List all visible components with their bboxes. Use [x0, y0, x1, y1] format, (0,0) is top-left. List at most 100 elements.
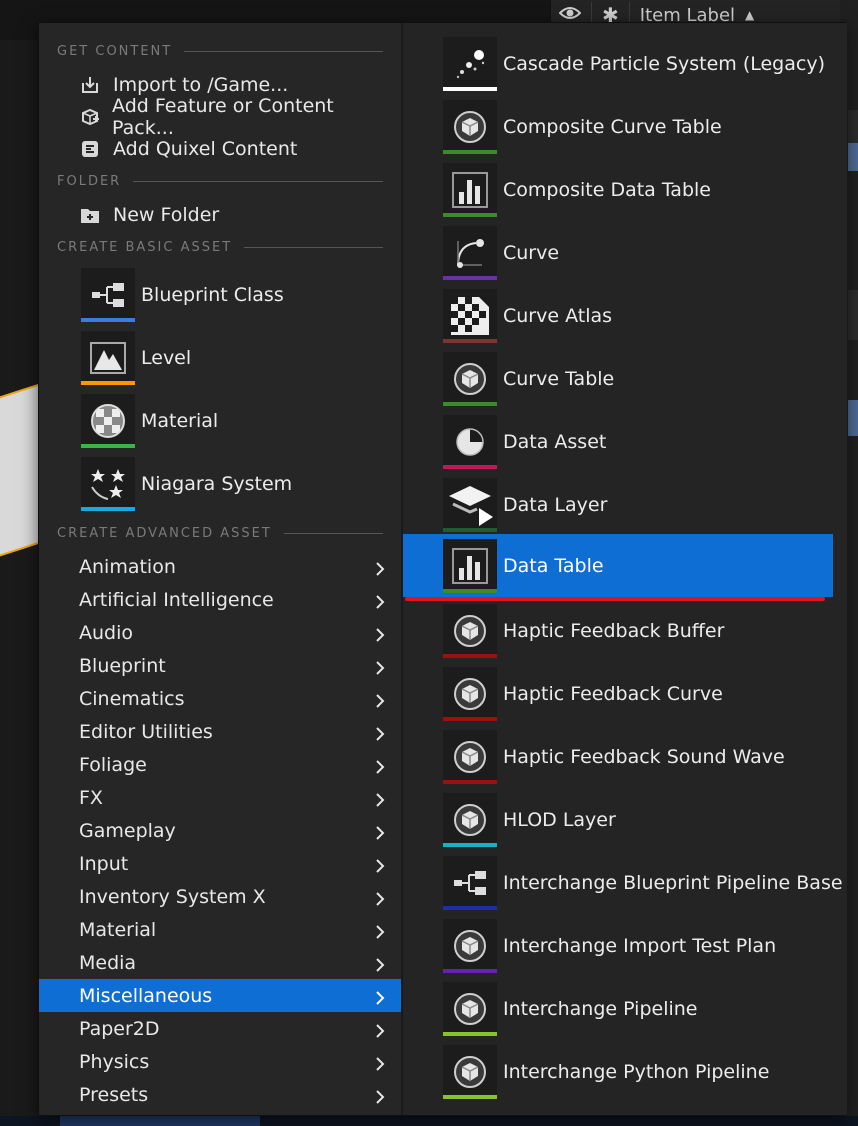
asset-interchange-pipeline[interactable]: Interchange Pipeline: [403, 977, 833, 1040]
add-feature-pack-menu-item[interactable]: Add Feature or Content Pack...: [79, 95, 389, 139]
category-editor-utilities[interactable]: Editor Utilities: [39, 715, 401, 748]
cube-icon: [443, 729, 497, 784]
asset-interchange-import-test-plan[interactable]: Interchange Import Test Plan: [403, 914, 833, 977]
cube-icon: [443, 99, 497, 154]
asset-haptic-feedback-curve[interactable]: Haptic Feedback Curve: [403, 662, 833, 725]
add-quixel-menu-item[interactable]: Add Quixel Content: [79, 134, 389, 164]
chevron-right-icon: [375, 955, 385, 972]
niagara-system-item[interactable]: Niagara System: [81, 455, 381, 513]
category-miscellaneous[interactable]: Miscellaneous: [39, 979, 401, 1012]
category-label: Editor Utilities: [79, 720, 213, 743]
material-item[interactable]: Material: [81, 392, 381, 450]
chevron-right-icon: [375, 724, 385, 741]
asset-label: Composite Data Table: [503, 178, 711, 201]
asset-label: Curve Atlas: [503, 304, 613, 327]
chevron-right-icon: [375, 757, 385, 774]
quixel-icon: [79, 138, 101, 160]
category-label: Cinematics: [79, 687, 185, 710]
asset-data-layer[interactable]: Data Layer: [403, 473, 833, 536]
asset-haptic-feedback-sound-wave[interactable]: Haptic Feedback Sound Wave: [403, 725, 833, 788]
cube-icon: [443, 918, 497, 973]
category-label: Input: [79, 852, 129, 875]
add-content-menu: GET CONTENT Import to /Game... Add Featu…: [38, 22, 847, 1116]
asset-composite-data-table[interactable]: Composite Data Table: [403, 158, 833, 221]
category-material[interactable]: Material: [39, 913, 401, 946]
checker-icon: [443, 288, 497, 343]
asset-data-table[interactable]: Data Table: [403, 534, 833, 597]
asset-data-asset[interactable]: Data Asset: [403, 410, 833, 473]
category-input[interactable]: Input: [39, 847, 401, 880]
new-folder-menu-item[interactable]: New Folder: [79, 200, 389, 230]
category-foliage[interactable]: Foliage: [39, 748, 401, 781]
menu-left-pane: GET CONTENT Import to /Game... Add Featu…: [39, 23, 401, 1115]
category-inventory-system-x[interactable]: Inventory System X: [39, 880, 401, 913]
chevron-right-icon: [375, 922, 385, 939]
particle-icon: [443, 36, 497, 91]
blueprint-class-item[interactable]: Blueprint Class: [81, 266, 381, 324]
cube-icon: [443, 1044, 497, 1099]
category-label: Blueprint: [79, 654, 166, 677]
asset-hlod-layer[interactable]: HLOD Layer: [403, 788, 833, 851]
asset-label: Data Layer: [503, 493, 608, 516]
category-label: Material: [79, 918, 157, 941]
chevron-right-icon: [375, 889, 385, 906]
blueprint-icon: [443, 855, 497, 910]
category-label: Audio: [79, 621, 134, 644]
cube-icon: [443, 792, 497, 847]
asset-label: Data Asset: [503, 430, 607, 453]
asset-composite-curve-table[interactable]: Composite Curve Table: [403, 95, 833, 158]
layers-icon: [443, 477, 497, 532]
bar-chart-icon: [443, 538, 497, 593]
category-artificial-intelligence[interactable]: Artificial Intelligence: [39, 583, 401, 616]
asset-label: Interchange Blueprint Pipeline Base: [503, 871, 843, 894]
blueprint-icon: [81, 268, 135, 322]
category-label: Gameplay: [79, 819, 176, 842]
asset-label: Curve Table: [503, 367, 615, 390]
category-blueprint[interactable]: Blueprint: [39, 649, 401, 682]
asset-interchange-python-pipeline[interactable]: Interchange Python Pipeline: [403, 1040, 833, 1103]
category-audio[interactable]: Audio: [39, 616, 401, 649]
category-media[interactable]: Media: [39, 946, 401, 979]
asset-label: Haptic Feedback Buffer: [503, 619, 725, 642]
chevron-right-icon: [375, 823, 385, 840]
category-paper2d[interactable]: Paper2D: [39, 1012, 401, 1045]
chevron-right-icon: [375, 1087, 385, 1104]
category-label: Media: [79, 951, 137, 974]
chevron-right-icon: [375, 559, 385, 576]
category-cinematics[interactable]: Cinematics: [39, 682, 401, 715]
chevron-right-icon: [375, 1054, 385, 1071]
category-label: Presets: [79, 1083, 149, 1106]
asset-interchange-blueprint-pipeline-base[interactable]: Interchange Blueprint Pipeline Base: [403, 851, 843, 914]
category-animation[interactable]: Animation: [39, 550, 401, 583]
curve-icon: [443, 225, 497, 280]
category-fx[interactable]: FX: [39, 781, 401, 814]
chevron-right-icon: [375, 790, 385, 807]
material-icon: [81, 394, 135, 448]
asset-curve[interactable]: Curve: [403, 221, 833, 284]
asset-label: Interchange Import Test Plan: [503, 934, 777, 957]
asset-label: Interchange Pipeline: [503, 997, 698, 1020]
asset-haptic-feedback-buffer[interactable]: Haptic Feedback Buffer: [403, 599, 833, 662]
category-label: Physics: [79, 1050, 150, 1073]
asset-cascade-particle-system-legacy[interactable]: Cascade Particle System (Legacy): [403, 32, 833, 95]
chevron-right-icon: [375, 658, 385, 675]
asset-label: Data Table: [503, 554, 604, 577]
section-create-basic-asset: CREATE BASIC ASSET: [57, 237, 383, 257]
content-pack-icon: [79, 106, 100, 128]
section-folder: FOLDER: [57, 171, 383, 191]
category-gameplay[interactable]: Gameplay: [39, 814, 401, 847]
category-label: Inventory System X: [79, 885, 266, 908]
asset-label: Curve: [503, 241, 560, 264]
asset-curve-atlas[interactable]: Curve Atlas: [403, 284, 833, 347]
asset-curve-table[interactable]: Curve Table: [403, 347, 833, 410]
sort-ascending-icon: ▲: [745, 8, 755, 22]
cube-icon: [443, 603, 497, 658]
chevron-right-icon: [375, 856, 385, 873]
level-item[interactable]: Level: [81, 329, 381, 387]
category-label: Foliage: [79, 753, 147, 776]
new-folder-icon: [79, 204, 101, 226]
category-physics[interactable]: Physics: [39, 1045, 401, 1078]
section-get-content: GET CONTENT: [57, 41, 383, 61]
cube-icon: [443, 981, 497, 1036]
category-presets[interactable]: Presets: [39, 1078, 401, 1111]
